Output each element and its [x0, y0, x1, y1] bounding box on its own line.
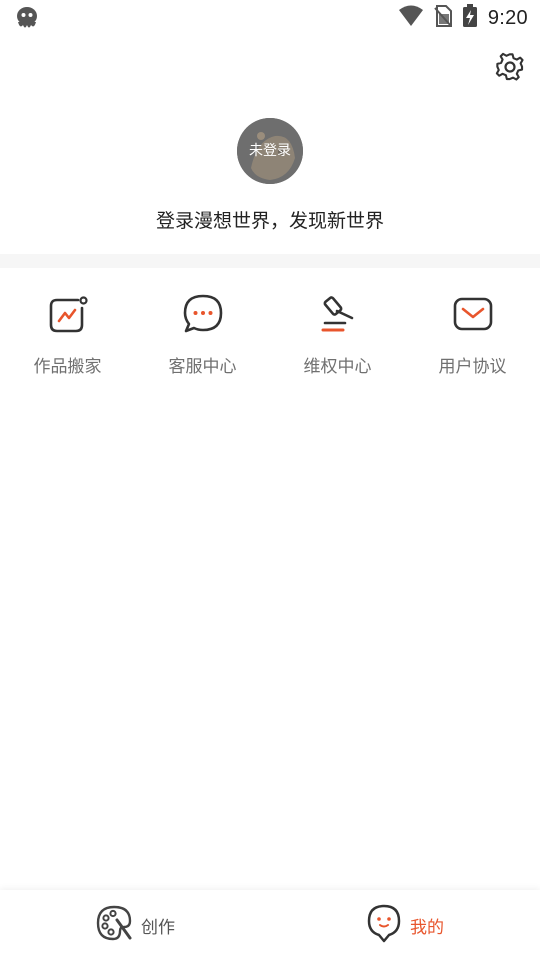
menu-item-customer-service[interactable]: 客服中心: [135, 292, 270, 377]
menu-label: 作品搬家: [33, 357, 102, 377]
envelope-icon: [451, 292, 495, 336]
service-menu: 作品搬家 客服中心 维权中心 用户协议: [0, 292, 540, 377]
settings-button[interactable]: [494, 51, 526, 83]
login-prompt[interactable]: 登录漫想世界，发现新世界: [0, 206, 540, 233]
tab-mine-label: 我的: [410, 917, 444, 938]
battery-charging-icon: [462, 4, 478, 32]
profile-section: 未登录 登录漫想世界，发现新世界: [0, 118, 540, 233]
menu-item-rights-protection[interactable]: 维权中心: [270, 292, 405, 377]
gear-icon: [495, 52, 524, 81]
gavel-icon: [316, 292, 360, 336]
menu-item-user-agreement[interactable]: 用户协议: [405, 292, 540, 377]
tab-create-label: 创作: [141, 917, 175, 938]
avatar-label: 未登录: [249, 143, 291, 159]
menu-label: 客服中心: [168, 357, 237, 377]
section-divider: [0, 254, 540, 268]
no-sim-icon: [434, 5, 452, 31]
menu-label: 维权中心: [303, 357, 372, 377]
menu-label: 用户协议: [438, 357, 507, 377]
trend-card-icon: [46, 292, 90, 336]
tab-mine[interactable]: 我的: [270, 890, 540, 960]
menu-item-work-migration[interactable]: 作品搬家: [0, 292, 135, 377]
wifi-icon: [398, 5, 424, 31]
chat-bubble-icon: [181, 292, 225, 336]
octopus-app-icon: [14, 5, 40, 35]
status-clock: 9:20: [487, 6, 528, 29]
tab-create[interactable]: 创作: [0, 890, 270, 960]
bottom-nav: 创作 我的: [0, 890, 540, 960]
smiley-pin-icon: [366, 903, 402, 947]
status-bar: 9:20: [0, 0, 540, 36]
palette-icon: [95, 904, 133, 946]
avatar[interactable]: 未登录: [237, 118, 303, 184]
